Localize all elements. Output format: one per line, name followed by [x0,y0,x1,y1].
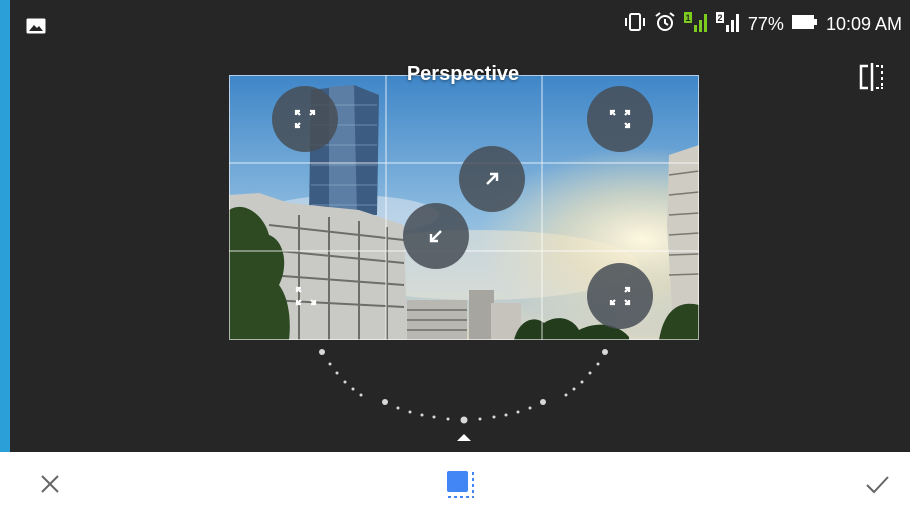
move-handle-lower[interactable] [403,203,469,269]
expand-handle-bottom-right[interactable] [587,263,653,329]
transform-tool-button[interactable] [444,468,478,502]
expand-icon [294,109,316,129]
window-edge [0,0,10,452]
signal-sim2-icon: 2 [715,11,740,38]
battery-icon [791,14,818,35]
clock: 10:09 AM [825,13,902,34]
arrow-down-left-icon [429,230,442,243]
perspective-dial[interactable] [300,340,630,450]
expand-icon [295,286,317,306]
signal-sim1-icon: 1 [683,11,708,38]
expand-handle-bottom-left[interactable] [273,263,339,329]
expand-handle-top-right[interactable] [587,86,653,152]
bottom-toolbar [0,452,910,515]
alarm-icon [654,11,676,38]
vibrate-icon [624,12,646,37]
status-icons: 1 2 77% 10:09 AM [624,11,902,38]
close-icon [41,475,59,493]
apply-button[interactable] [862,470,892,498]
expand-icon [609,286,631,306]
mode-title: Perspective [406,63,520,85]
dial-indicator-icon [457,434,471,441]
expand-handle-top-left[interactable] [272,86,338,152]
svg-text:2: 2 [717,13,722,23]
gallery-icon [26,15,46,37]
svg-text:1: 1 [685,13,690,23]
compare-icon[interactable] [858,62,886,92]
cancel-button[interactable] [36,470,64,498]
status-bar: 1 2 77% 10:09 AM [10,0,910,46]
expand-icon [609,109,631,129]
crop-transform-icon [447,471,474,498]
checkmark-icon [866,476,889,494]
photo-editor-screen: 1 2 77% 10:09 AM Perspective [0,0,910,515]
battery-percent: 77% [747,13,784,34]
